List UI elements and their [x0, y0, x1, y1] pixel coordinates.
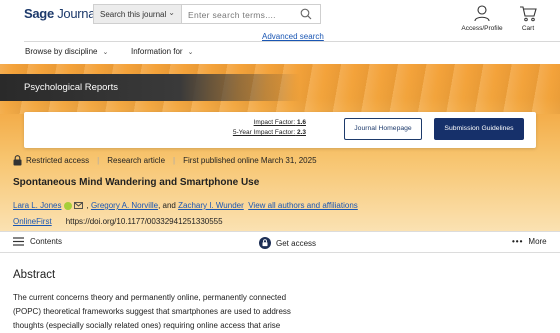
article-type: Research article: [107, 155, 166, 165]
user-icon: [474, 5, 490, 22]
access-profile-label: Access/Profile: [461, 25, 503, 32]
nav-divider: [24, 41, 560, 42]
cart-label: Cart: [521, 25, 535, 32]
abstract-line: (POPC) theoretical frameworks suggest th…: [13, 307, 291, 316]
journal-homepage-button[interactable]: Journal Homepage: [344, 118, 422, 140]
article-meta-row: Restricted access | Research article | F…: [13, 154, 317, 166]
search-scope-dropdown[interactable]: Search this journal ⌄: [93, 4, 181, 24]
five-year-impact-label: 5-Year Impact Factor:: [232, 129, 296, 136]
lock-icon: [13, 154, 22, 165]
get-access-label: Get access: [276, 238, 317, 248]
nav-browse-by-discipline[interactable]: Browse by discipline ⌄: [25, 47, 108, 56]
view-all-authors-link[interactable]: View all authors and affiliations: [248, 201, 358, 210]
meta-separator: |: [97, 155, 100, 165]
authors-conjunction: , and: [158, 201, 176, 210]
orcid-icon[interactable]: [64, 201, 73, 210]
more-button[interactable]: ••• More: [512, 237, 547, 246]
five-year-impact-factor[interactable]: 5-Year Impact Factor: 2.3: [233, 129, 306, 136]
author-link[interactable]: Lara L. Jones: [13, 201, 61, 210]
abstract-text: The current concerns theory and permanen…: [13, 291, 343, 333]
doi-row: OnlineFirst https://doi.org/10.1177/0033…: [13, 217, 223, 226]
advanced-search-link[interactable]: Advanced search: [262, 32, 324, 41]
impact-factor-value: 1.6: [296, 119, 306, 126]
journal-name[interactable]: Psychological Reports: [24, 82, 118, 93]
five-year-impact-value: 2.3: [296, 129, 306, 136]
access-status: Restricted access: [26, 155, 90, 165]
search-scope-label: Search this journal: [100, 10, 167, 19]
submission-guidelines-button[interactable]: Submission Guidelines: [434, 118, 524, 140]
ellipsis-icon: •••: [512, 237, 524, 246]
contents-label: Contents: [30, 237, 63, 246]
search-box: [181, 4, 321, 24]
journal-info-card: Impact Factor: 1.6 5-Year Impact Factor:…: [24, 112, 536, 148]
meta-separator: |: [173, 155, 176, 165]
onlinefirst-link[interactable]: OnlineFirst: [13, 217, 52, 226]
cart-button[interactable]: Cart: [514, 5, 542, 32]
sage-journals-logo[interactable]: Sage Journals: [24, 6, 104, 21]
search-icon[interactable]: [300, 8, 312, 20]
nav-browse-label: Browse by discipline: [25, 47, 98, 56]
doi-link[interactable]: https://doi.org/10.1177/0033294125133055…: [66, 217, 223, 226]
nav-information-for[interactable]: Information for ⌄: [131, 47, 193, 56]
abstract-heading: Abstract: [13, 269, 56, 281]
abstract-line: The current concerns theory and permanen…: [13, 293, 287, 302]
publication-date: First published online March 31, 2025: [183, 155, 317, 165]
logo-bold-text: Sage: [24, 6, 54, 21]
mail-icon[interactable]: [74, 202, 84, 209]
site-header: Sage Journals Search this journal ⌄ Adva…: [0, 0, 560, 64]
search-input[interactable]: [182, 6, 292, 24]
lock-icon: [259, 237, 271, 249]
article-title: Spontaneous Mind Wandering and Smartphon…: [13, 177, 260, 188]
impact-factor[interactable]: Impact Factor: 1.6: [254, 119, 306, 126]
get-access-button[interactable]: Get access: [259, 237, 316, 249]
chevron-down-icon: ⌄: [168, 8, 175, 17]
chevron-down-icon: ⌄: [187, 49, 194, 56]
author-list: Lara L. Jones , Gregory A. Norville , an…: [13, 201, 358, 210]
article-toolbar: Contents Get access ••• More: [0, 231, 560, 253]
cart-icon: [520, 6, 537, 22]
author-link[interactable]: Gregory A. Norville: [91, 201, 158, 210]
author-link[interactable]: Zachary I. Wunder: [178, 201, 244, 210]
more-label: More: [528, 237, 547, 246]
menu-icon: [13, 237, 24, 246]
chevron-down-icon: ⌄: [102, 49, 109, 56]
nav-info-label: Information for: [131, 47, 183, 56]
access-profile-button[interactable]: Access/Profile: [460, 5, 504, 32]
abstract-line: thoughts (especially socially related on…: [13, 321, 281, 330]
impact-factor-label: Impact Factor:: [253, 119, 296, 126]
contents-button[interactable]: Contents: [13, 237, 62, 246]
